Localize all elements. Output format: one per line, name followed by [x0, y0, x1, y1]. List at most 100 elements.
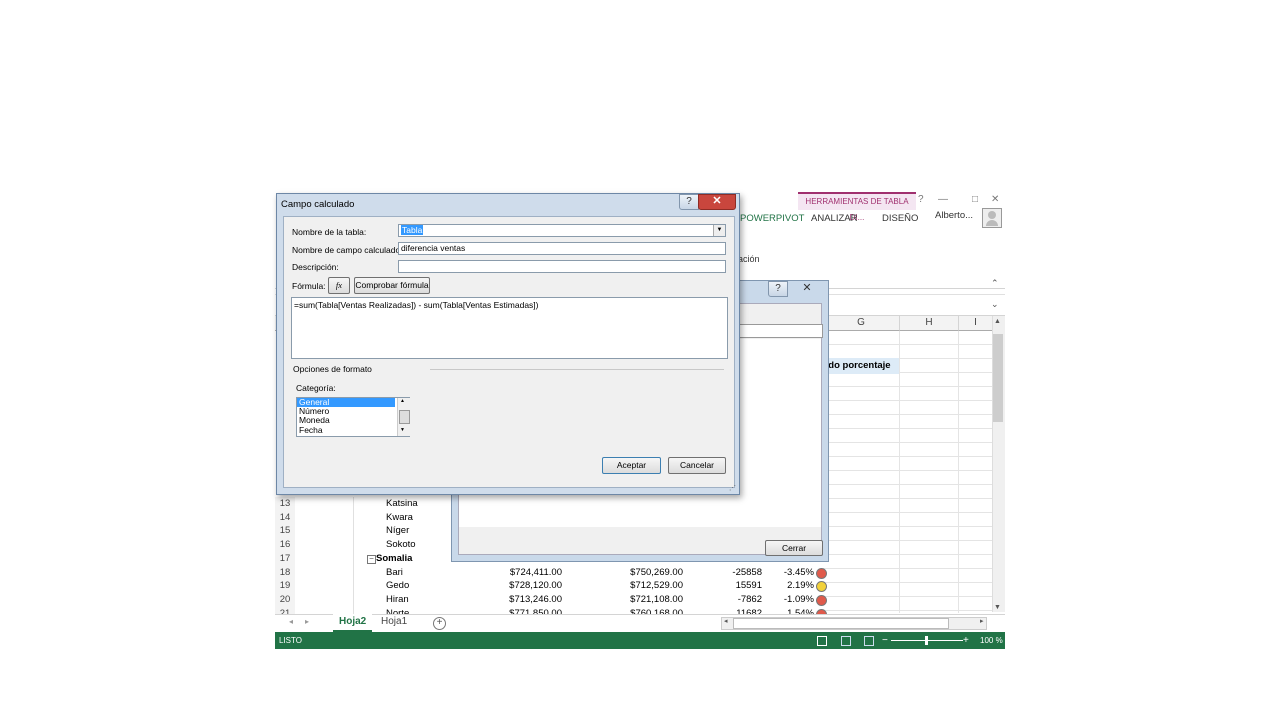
category-scrollbar-thumb[interactable]: [399, 410, 410, 424]
tab-diseno[interactable]: DISEÑO: [882, 210, 918, 228]
collapse-ribbon-icon[interactable]: ⌃: [991, 278, 999, 289]
row-label[interactable]: Sokoto: [386, 538, 416, 552]
close-icon[interactable]: ✕: [792, 281, 822, 295]
page-layout-view-icon[interactable]: [841, 636, 851, 646]
table-cell[interactable]: [295, 551, 354, 566]
table-name-select[interactable]: Tabla ▼: [398, 224, 726, 237]
grid-line: [899, 331, 900, 613]
chevron-down-icon[interactable]: ▼: [713, 225, 725, 236]
zoom-out-icon[interactable]: −: [882, 632, 888, 649]
scroll-up-icon[interactable]: ▲: [994, 318, 1001, 325]
check-formula-button[interactable]: Comprobar fórmula: [354, 277, 430, 294]
row-label[interactable]: Kwara: [386, 511, 413, 525]
divider: [430, 369, 724, 370]
table-cell[interactable]: $712,529.00: [595, 579, 683, 593]
help-icon[interactable]: ?: [679, 194, 699, 210]
table-cell[interactable]: 2.19%: [765, 579, 814, 593]
scroll-up-icon[interactable]: ▲: [400, 398, 405, 404]
row-label[interactable]: Bari: [386, 566, 403, 580]
formula-label: Fórmula:: [292, 281, 326, 291]
minimize-icon[interactable]: —: [938, 194, 948, 205]
scroll-right-icon[interactable]: ▸: [980, 617, 984, 625]
table-cell[interactable]: $724,411.00: [475, 566, 562, 580]
category-listbox[interactable]: General Número Moneda Fecha ▲ ▼: [296, 397, 410, 437]
header-cell-resultado-porcentaje[interactable]: ado porcentaje: [823, 358, 899, 374]
zoom-in-icon[interactable]: +: [963, 632, 969, 649]
resize-grip-icon[interactable]: ⋰: [729, 484, 736, 492]
table-cell[interactable]: [295, 510, 354, 525]
table-cell[interactable]: $728,120.00: [475, 579, 562, 593]
maximize-icon[interactable]: □: [972, 194, 978, 205]
status-indicator-icon: [816, 594, 827, 606]
normal-view-icon[interactable]: [817, 636, 827, 646]
grid-line: [958, 331, 959, 613]
table-cell[interactable]: -25858: [705, 566, 762, 580]
format-options-label: Opciones de formato: [293, 364, 372, 374]
dialog-title: Campo calculado: [281, 199, 355, 210]
fx-button[interactable]: fx: [328, 277, 350, 294]
table-cell[interactable]: [295, 497, 354, 511]
scroll-down-icon[interactable]: ▼: [400, 427, 405, 433]
column-header-g[interactable]: G: [823, 316, 900, 331]
avatar[interactable]: [982, 208, 1002, 228]
status-indicator-icon: [816, 567, 827, 579]
row-label[interactable]: Níger: [386, 524, 409, 538]
table-name-label: Nombre de la tabla:: [292, 227, 367, 237]
calculated-field-dialog: Campo calculado ? ✕ Nombre de la tabla: …: [276, 193, 740, 495]
description-label: Descripción:: [292, 262, 339, 272]
table-cell[interactable]: $713,246.00: [475, 593, 562, 607]
table-cell[interactable]: 15591: [705, 579, 762, 593]
column-header-h[interactable]: H: [900, 316, 959, 331]
close-button[interactable]: Cerrar: [765, 540, 823, 556]
accept-button[interactable]: Aceptar: [602, 457, 661, 474]
description-input[interactable]: [398, 260, 726, 273]
table-cell[interactable]: [295, 524, 354, 539]
scroll-left-icon[interactable]: ◂: [724, 617, 728, 625]
status-text: LISTO: [279, 636, 302, 645]
user-name[interactable]: Alberto...: [935, 210, 973, 221]
close-icon[interactable]: ✕: [991, 194, 999, 205]
group-row-label[interactable]: Somalia: [376, 552, 412, 566]
prev-sheet-icon[interactable]: ◂: [289, 617, 293, 626]
horizontal-scrollbar-thumb[interactable]: [733, 618, 949, 629]
category-scrollbar[interactable]: ▲ ▼: [397, 398, 410, 436]
table-cell[interactable]: -7862: [705, 593, 762, 607]
background-dialog-field[interactable]: [739, 324, 823, 338]
add-sheet-icon[interactable]: +: [433, 617, 446, 630]
sheet-tab-hoja1[interactable]: Hoja1: [375, 614, 413, 630]
formula-textarea[interactable]: =sum(Tabla[Ventas Realizadas]) - sum(Tab…: [291, 297, 728, 359]
category-label: Categoría:: [296, 383, 336, 393]
row-label[interactable]: Gedo: [386, 579, 409, 593]
next-sheet-icon[interactable]: ▸: [305, 617, 309, 626]
zoom-slider-thumb[interactable]: [925, 636, 928, 645]
category-option[interactable]: Fecha: [297, 425, 395, 435]
row-label[interactable]: Hiran: [386, 593, 409, 607]
help-icon[interactable]: ?: [918, 194, 924, 205]
row-label[interactable]: Katsina: [386, 497, 418, 511]
table-cell[interactable]: [295, 592, 354, 607]
tab-analizar[interactable]: ANALIZAR: [811, 210, 857, 228]
table-cell[interactable]: -1.09%: [765, 593, 814, 607]
expand-formula-bar-icon[interactable]: ⌄: [991, 299, 999, 310]
table-cell[interactable]: $750,269.00: [595, 566, 683, 580]
cancel-button[interactable]: Cancelar: [668, 457, 726, 474]
sheet-tab-hoja2[interactable]: Hoja2: [333, 614, 373, 632]
table-cell[interactable]: [295, 579, 354, 594]
page-break-view-icon[interactable]: [864, 636, 874, 646]
vertical-scrollbar-thumb[interactable]: [993, 334, 1003, 422]
help-icon[interactable]: ?: [768, 281, 788, 297]
tab-powerpivot[interactable]: POWERPIVOT: [740, 210, 804, 228]
category-list: General Número Moneda Fecha: [297, 397, 409, 435]
scroll-down-icon[interactable]: ▼: [994, 604, 1001, 611]
column-header-i[interactable]: I: [959, 316, 993, 331]
field-name-input[interactable]: diferencia ventas: [398, 242, 726, 255]
table-cell[interactable]: -3.45%: [765, 566, 814, 580]
table-cell[interactable]: [295, 538, 354, 553]
dialog-client: Nombre de la tabla: Tabla ▼ Nombre de ca…: [283, 216, 735, 488]
close-icon[interactable]: ✕: [698, 194, 736, 210]
table-cell[interactable]: [295, 565, 354, 580]
zoom-level[interactable]: 100 %: [980, 632, 1003, 649]
collapse-toggle-icon[interactable]: −: [367, 554, 376, 564]
table-cell[interactable]: $721,108.00: [595, 593, 683, 607]
context-tab-header: HERRAMIENTAS DE TABLA DI...: [798, 192, 916, 222]
